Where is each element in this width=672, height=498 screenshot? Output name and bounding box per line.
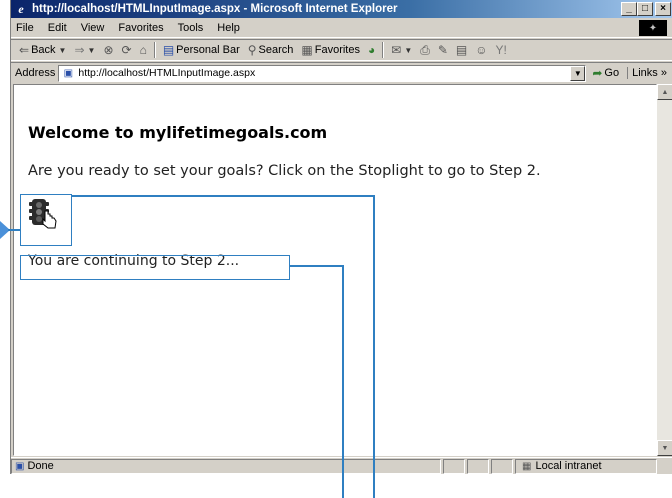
windows-logo-icon: ✦ bbox=[639, 20, 667, 36]
zone-label: Local intranet bbox=[535, 460, 602, 472]
go-arrow-icon: ➦ bbox=[592, 66, 603, 80]
search-button[interactable]: ⚲ Search bbox=[244, 43, 298, 57]
discuss-icon: ▤ bbox=[455, 43, 468, 57]
favorites-label: Favorites bbox=[314, 44, 360, 56]
edit-button[interactable]: ✎ bbox=[434, 43, 452, 57]
mail-icon: ✉ bbox=[391, 43, 402, 57]
discuss-button[interactable]: ▤ bbox=[452, 43, 471, 57]
page-done-icon: ▣ bbox=[15, 460, 25, 472]
refresh-icon: ⟳ bbox=[121, 43, 132, 57]
security-zone: ▦ Local intranet bbox=[515, 458, 657, 474]
status-text-pane: ▣ Done bbox=[11, 458, 441, 474]
title-bar[interactable]: e http://localhost/HTMLInputImage.aspx -… bbox=[11, 0, 672, 18]
home-icon: ⌂ bbox=[139, 43, 147, 57]
toolbar-divider bbox=[382, 42, 385, 58]
mail-button[interactable]: ✉ ▼ bbox=[387, 43, 416, 57]
callout-box-continue-message bbox=[20, 255, 290, 280]
go-button[interactable]: ➦ Go bbox=[592, 66, 619, 80]
yahoo-button[interactable]: Y! bbox=[492, 43, 511, 57]
forward-dropdown-icon[interactable]: ▼ bbox=[88, 46, 96, 55]
stop-button[interactable]: ⊗ bbox=[99, 43, 117, 57]
standard-toolbar: ⇐ Back ▼ ⇒ ▼ ⊗ ⟳ ⌂ ▤ Personal Bar ⚲ Sear… bbox=[11, 39, 672, 61]
status-pane bbox=[467, 458, 489, 474]
personal-bar-label: Personal Bar bbox=[176, 44, 240, 56]
history-icon: ◕ bbox=[368, 43, 376, 57]
address-url[interactable]: http://localhost/HTMLInputImage.aspx bbox=[78, 67, 255, 79]
minimize-button[interactable]: _ bbox=[621, 2, 637, 16]
forward-arrow-icon: ⇒ bbox=[74, 43, 85, 57]
stop-icon: ⊗ bbox=[103, 43, 114, 57]
window-controls: _ □ × bbox=[621, 2, 671, 16]
page-heading: Welcome to mylifetimegoals.com bbox=[28, 123, 328, 142]
favorites-folder-icon: ▦ bbox=[301, 43, 313, 57]
back-label: Back bbox=[31, 44, 56, 56]
menu-tools[interactable]: Tools bbox=[171, 22, 211, 34]
toolbar-divider bbox=[153, 42, 156, 58]
scroll-up-arrow-icon[interactable]: ▲ bbox=[657, 84, 672, 100]
search-label: Search bbox=[258, 44, 294, 56]
maximize-button[interactable]: □ bbox=[637, 2, 653, 16]
history-button[interactable]: ◕ bbox=[364, 43, 379, 57]
vertical-scrollbar[interactable]: ▲ ▼ bbox=[657, 84, 672, 456]
address-field[interactable]: ▣ http://localhost/HTMLInputImage.aspx ▼ bbox=[58, 64, 587, 82]
personal-bar-icon: ▤ bbox=[162, 43, 175, 57]
menu-favorites[interactable]: Favorites bbox=[111, 22, 170, 34]
mail-dropdown-icon[interactable]: ▼ bbox=[404, 46, 412, 55]
refresh-button[interactable]: ⟳ bbox=[118, 43, 136, 57]
page-prompt: Are you ready to set your goals? Click o… bbox=[28, 163, 541, 179]
close-button[interactable]: × bbox=[655, 2, 671, 16]
ie-icon: e bbox=[18, 1, 24, 16]
callout-box-stoplight bbox=[20, 194, 72, 246]
messenger-icon: ☺ bbox=[475, 43, 488, 57]
status-pane bbox=[443, 458, 465, 474]
window-title: http://localhost/HTMLInputImage.aspx - M… bbox=[32, 3, 398, 15]
search-icon: ⚲ bbox=[247, 43, 257, 57]
personal-bar-button[interactable]: ▤ Personal Bar bbox=[159, 43, 244, 57]
menu-view[interactable]: View bbox=[74, 22, 112, 34]
browser-window: e http://localhost/HTMLInputImage.aspx -… bbox=[10, 0, 672, 474]
back-button[interactable]: ⇐ Back ▼ bbox=[15, 43, 70, 57]
address-dropdown-icon[interactable]: ▼ bbox=[570, 65, 586, 81]
status-text: Done bbox=[27, 460, 54, 472]
address-label: Address bbox=[15, 67, 56, 79]
menu-bar: File Edit View Favorites Tools Help ✦ bbox=[11, 19, 672, 38]
print-button[interactable]: ⎙ bbox=[416, 43, 434, 58]
callout-connector bbox=[342, 265, 344, 498]
local-intranet-icon: ▦ bbox=[522, 460, 532, 472]
callout-connector bbox=[373, 195, 375, 498]
home-button[interactable]: ⌂ bbox=[136, 43, 151, 57]
print-icon: ⎙ bbox=[420, 42, 430, 57]
menu-file[interactable]: File bbox=[11, 22, 41, 34]
favorites-button[interactable]: ▦ Favorites bbox=[297, 43, 364, 57]
messenger-button[interactable]: ☺ bbox=[471, 43, 491, 57]
back-dropdown-icon[interactable]: ▼ bbox=[59, 46, 67, 55]
yahoo-icon: Y! bbox=[495, 43, 507, 57]
menu-edit[interactable]: Edit bbox=[41, 22, 74, 34]
callout-connector bbox=[290, 265, 344, 267]
page-icon: ▣ bbox=[63, 67, 74, 79]
address-bar: Address ▣ http://localhost/HTMLInputImag… bbox=[11, 62, 672, 83]
links-button[interactable]: Links » bbox=[627, 67, 667, 79]
forward-button[interactable]: ⇒ ▼ bbox=[70, 43, 99, 57]
back-arrow-icon: ⇐ bbox=[19, 43, 30, 57]
scroll-down-arrow-icon[interactable]: ▼ bbox=[657, 440, 672, 456]
status-pane bbox=[491, 458, 513, 474]
callout-connector bbox=[72, 195, 374, 197]
edit-icon: ✎ bbox=[437, 43, 448, 57]
menu-help[interactable]: Help bbox=[210, 22, 247, 34]
go-label: Go bbox=[604, 67, 620, 79]
